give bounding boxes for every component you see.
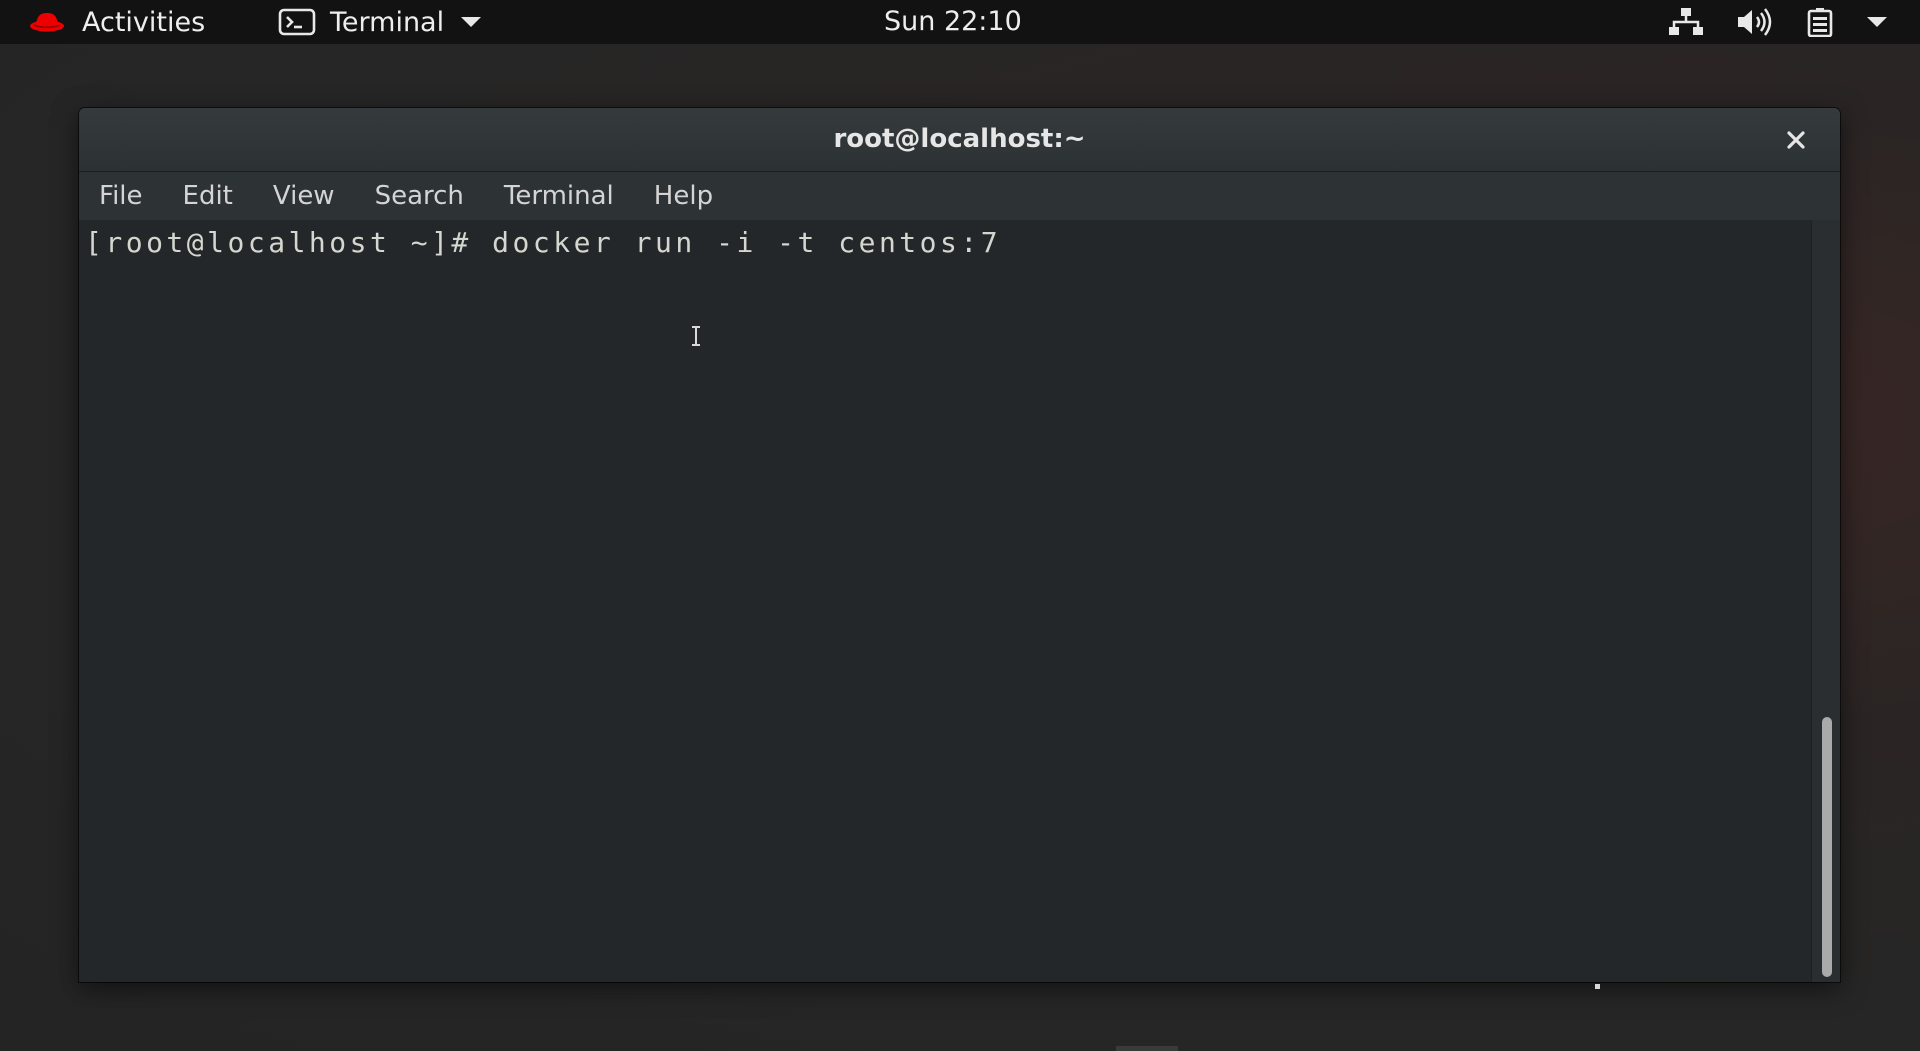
desktop-dot bbox=[1595, 984, 1600, 989]
system-tray[interactable] bbox=[1667, 0, 1888, 44]
text-cursor-icon bbox=[692, 326, 700, 346]
app-menu-terminal[interactable]: Terminal bbox=[278, 0, 482, 44]
terminal-line: [root@localhost ~]# docker run -i -t cen… bbox=[85, 226, 1002, 259]
window-titlebar[interactable]: root@localhost:~ bbox=[79, 108, 1840, 172]
clock[interactable]: Sun 22:10 bbox=[884, 0, 1022, 44]
chevron-down-icon bbox=[458, 16, 482, 28]
menu-edit[interactable]: Edit bbox=[183, 181, 233, 211]
menu-file[interactable]: File bbox=[99, 181, 143, 211]
terminal-window: root@localhost:~ File Edit View Search T… bbox=[79, 108, 1840, 982]
terminal-icon bbox=[278, 8, 316, 36]
volume-icon[interactable] bbox=[1736, 7, 1774, 37]
activities-label: Activities bbox=[82, 6, 206, 38]
close-icon bbox=[1787, 131, 1805, 149]
menu-bar: File Edit View Search Terminal Help bbox=[79, 172, 1840, 220]
menu-help[interactable]: Help bbox=[654, 181, 713, 211]
scrollbar-thumb[interactable] bbox=[1822, 717, 1832, 977]
top-bar: Activities Terminal Sun 22:10 bbox=[0, 0, 1920, 44]
redhat-icon bbox=[28, 10, 66, 34]
battery-icon[interactable] bbox=[1805, 7, 1835, 37]
bottom-edge-mark bbox=[1116, 1046, 1178, 1051]
system-menu-chevron-icon[interactable] bbox=[1866, 16, 1888, 28]
menu-view[interactable]: View bbox=[273, 181, 335, 211]
window-title: root@localhost:~ bbox=[833, 124, 1086, 154]
network-icon[interactable] bbox=[1667, 7, 1705, 37]
activities-button[interactable]: Activities bbox=[28, 0, 205, 44]
terminal-scrollbar[interactable] bbox=[1811, 220, 1840, 982]
terminal-output-area[interactable]: [root@localhost ~]# docker run -i -t cen… bbox=[79, 220, 1811, 982]
app-menu-label: Terminal bbox=[330, 6, 445, 38]
menu-search[interactable]: Search bbox=[375, 181, 464, 211]
menu-terminal[interactable]: Terminal bbox=[504, 181, 614, 211]
close-button[interactable] bbox=[1780, 124, 1812, 156]
